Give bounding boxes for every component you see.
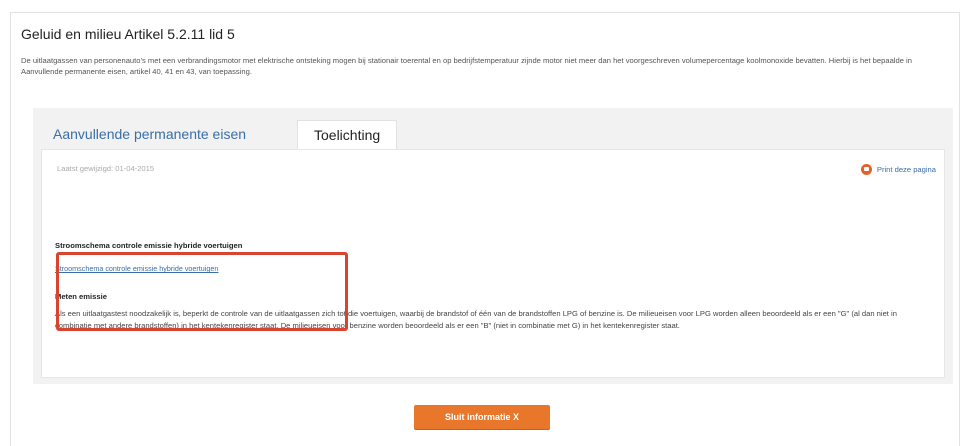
print-page-link[interactable]: Print deze pagina bbox=[860, 164, 936, 175]
page-title: Geluid en milieu Artikel 5.2.11 lid 5 bbox=[21, 26, 235, 42]
info-panel: Geluid en milieu Artikel 5.2.11 lid 5 De… bbox=[10, 12, 960, 446]
close-info-button[interactable]: Sluit informatie X bbox=[414, 405, 550, 429]
flowchart-heading: Stroomschema controle emissie hybride vo… bbox=[55, 241, 243, 250]
tab-container: Aanvullende permanente eisen Toelichting… bbox=[33, 108, 953, 384]
highlight-annotation bbox=[56, 252, 348, 331]
printer-icon bbox=[860, 164, 872, 175]
intro-text: De uitlaatgassen van personenauto’s met … bbox=[21, 56, 912, 76]
print-label: Print deze pagina bbox=[876, 165, 936, 174]
tab-aanvullende-eisen[interactable]: Aanvullende permanente eisen bbox=[53, 120, 246, 148]
tab-content: Laatst gewijzigd: 01-04-2015 Print deze … bbox=[41, 149, 945, 378]
last-updated-text: Laatst gewijzigd: 01-04-2015 bbox=[57, 164, 155, 173]
tab-toelichting[interactable]: Toelichting bbox=[297, 120, 398, 150]
